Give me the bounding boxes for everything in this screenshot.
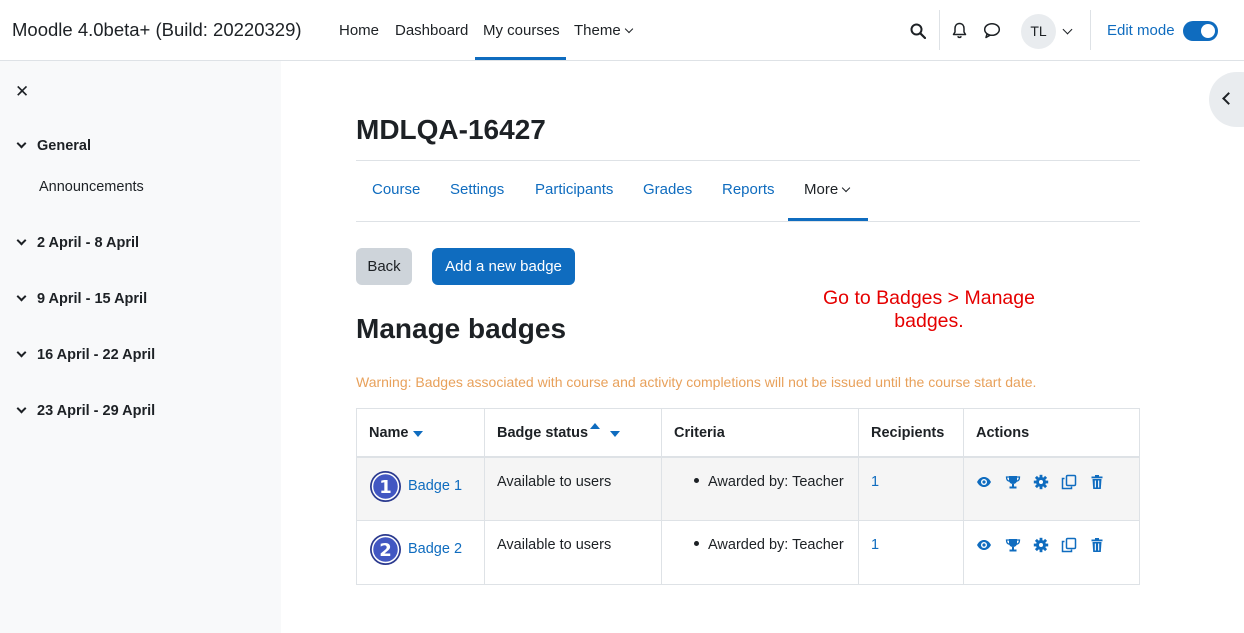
column-header-recipients: Recipients <box>871 425 945 441</box>
bullet <box>694 541 699 546</box>
edit-mode-label: Edit mode <box>1107 22 1175 39</box>
tab-settings[interactable]: Settings <box>450 181 504 198</box>
secondary-nav-border <box>356 221 1140 222</box>
chevron-left-icon <box>1222 92 1235 105</box>
section-title: 16 April - 22 April <box>37 347 156 363</box>
badge-criteria: Awarded by: Teacher <box>694 474 844 490</box>
nav-active-indicator <box>475 57 566 60</box>
top-navbar: Moodle 4.0beta+ (Build: 20220329) Home D… <box>0 0 1244 61</box>
tab-more[interactable]: More <box>804 181 851 198</box>
column-header-label: Badge status <box>497 425 589 441</box>
badge-icon: 1 <box>370 471 401 502</box>
tab-grades[interactable]: Grades <box>643 181 692 198</box>
badge-number: 2 <box>379 540 392 561</box>
user-avatar[interactable]: TL <box>1021 14 1056 49</box>
page-title: MDLQA-16427 <box>356 114 546 145</box>
badge-criteria: Awarded by: Teacher <box>694 537 844 553</box>
table-divider <box>963 409 964 584</box>
gear-icon[interactable] <box>1033 537 1049 553</box>
trophy-icon[interactable] <box>1005 537 1021 553</box>
secondary-nav-border <box>356 160 1140 161</box>
section-heading: Manage badges <box>356 313 567 344</box>
tab-more-label: More <box>804 181 839 198</box>
drawer-item-announcements[interactable]: Announcements <box>39 179 144 195</box>
search-icon[interactable] <box>910 23 926 39</box>
annotation-line: badges. <box>894 310 964 332</box>
table-divider <box>858 409 859 584</box>
gear-icon[interactable] <box>1033 474 1049 490</box>
nav-my-courses[interactable]: My courses <box>483 22 560 39</box>
eye-icon[interactable] <box>976 537 992 553</box>
tab-course[interactable]: Course <box>372 181 420 198</box>
annotation-line: Go to Badges > Manage <box>823 287 1035 309</box>
table-divider <box>661 409 662 584</box>
copy-icon[interactable] <box>1061 537 1077 553</box>
bell-icon[interactable] <box>951 22 968 39</box>
section-title: 9 April - 15 April <box>37 291 148 307</box>
badge-icon: 2 <box>370 534 401 565</box>
column-header-status[interactable]: Badge status <box>497 423 621 441</box>
column-header-label: Name <box>369 425 409 441</box>
nav-theme-label: Theme <box>574 22 621 39</box>
chevron-down-icon <box>624 24 633 34</box>
nav-dashboard[interactable]: Dashboard <box>395 22 468 39</box>
trash-icon[interactable] <box>1089 537 1105 553</box>
chevron-down-icon[interactable] <box>16 403 27 414</box>
section-week-1[interactable]: 2 April - 8 April <box>16 235 139 251</box>
criteria-text: Awarded by: Teacher <box>708 474 844 490</box>
section-week-2[interactable]: 9 April - 15 April <box>16 291 147 307</box>
eye-icon[interactable] <box>976 474 992 490</box>
warning-message: Warning: Badges associated with course a… <box>356 374 1037 390</box>
section-title: 2 April - 8 April <box>37 235 140 251</box>
recipients-link[interactable]: 1 <box>871 537 879 553</box>
section-week-4[interactable]: 23 April - 29 April <box>16 403 155 419</box>
badge-status: Available to users <box>497 474 612 490</box>
column-header-criteria: Criteria <box>674 425 725 441</box>
block-drawer-toggle[interactable] <box>1209 72 1244 127</box>
nav-theme[interactable]: Theme <box>574 22 633 39</box>
badge-name-link[interactable]: Badge 2 <box>408 541 462 557</box>
chevron-down-icon <box>841 183 851 193</box>
section-general[interactable]: General <box>16 138 91 154</box>
add-badge-button[interactable]: Add a new badge <box>432 248 575 285</box>
back-button[interactable]: Back <box>356 248 412 285</box>
badges-table: Name Badge status Criteria Recipients Ac… <box>356 408 1140 585</box>
column-header-actions: Actions <box>976 425 1030 441</box>
column-header-name[interactable]: Name <box>369 425 423 441</box>
tab-participants[interactable]: Participants <box>535 181 613 198</box>
chevron-down-icon[interactable] <box>16 235 27 246</box>
table-divider <box>484 409 485 584</box>
trash-icon[interactable] <box>1089 474 1105 490</box>
chevron-down-icon[interactable] <box>1062 24 1073 35</box>
sort-desc-icon[interactable] <box>412 431 423 437</box>
nav-home[interactable]: Home <box>339 22 379 39</box>
instruction-annotation: Go to Badges > Manage badges. <box>800 287 1058 333</box>
criteria-text: Awarded by: Teacher <box>708 537 844 553</box>
section-week-3[interactable]: 16 April - 22 April <box>16 347 155 363</box>
trophy-icon[interactable] <box>1005 474 1021 490</box>
recipients-link[interactable]: 1 <box>871 474 879 490</box>
copy-icon[interactable] <box>1061 474 1077 490</box>
navbar-divider <box>1090 10 1091 50</box>
table-divider <box>357 456 1139 458</box>
table-divider <box>357 520 1139 521</box>
badge-name-link[interactable]: Badge 1 <box>408 478 462 494</box>
section-title: 23 April - 29 April <box>37 403 156 419</box>
close-icon[interactable]: ✕ <box>15 82 29 102</box>
edit-mode-toggle[interactable] <box>1183 21 1218 41</box>
sort-asc-icon[interactable] <box>590 423 601 429</box>
badge-number: 1 <box>379 477 392 498</box>
navbar-divider <box>939 10 940 50</box>
chat-icon[interactable] <box>983 22 1001 39</box>
chevron-down-icon[interactable] <box>16 347 27 358</box>
section-title: General <box>37 138 91 154</box>
bullet <box>694 478 699 483</box>
chevron-down-icon[interactable] <box>16 138 27 149</box>
course-index-drawer: ✕ General Announcements 2 April - 8 Apri… <box>0 61 281 633</box>
site-brand[interactable]: Moodle 4.0beta+ (Build: 20220329) <box>12 19 302 41</box>
sort-desc-icon[interactable] <box>610 431 621 437</box>
badge-status: Available to users <box>497 537 612 553</box>
tab-reports[interactable]: Reports <box>722 181 775 198</box>
chevron-down-icon[interactable] <box>16 291 27 302</box>
